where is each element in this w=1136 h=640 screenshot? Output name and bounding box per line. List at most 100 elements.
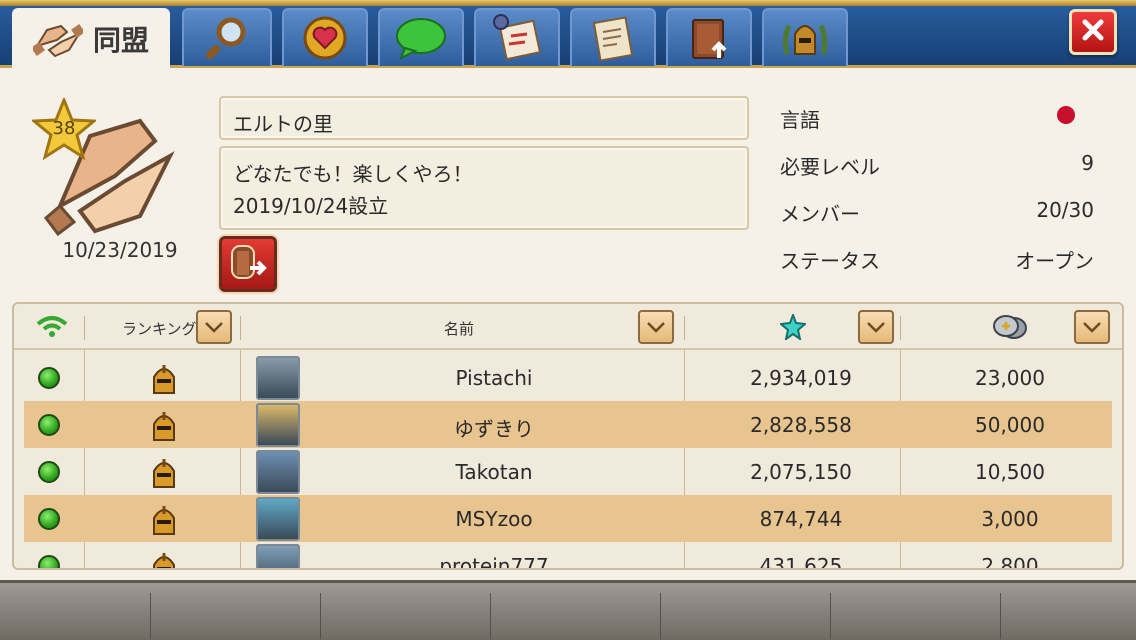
table-row[interactable]: Pistachi 2,934,019 23,000 (24, 354, 1112, 401)
member-power: 2,075,150 (750, 460, 852, 484)
member-donation: 2,800 (981, 554, 1039, 570)
close-icon (1082, 19, 1104, 45)
member-power: 2,828,558 (750, 413, 852, 437)
column-divider (84, 316, 85, 340)
column-divider (240, 316, 241, 340)
chat-bubble-icon (395, 16, 447, 60)
member-power: 431,625 (759, 554, 843, 570)
japan-flag-icon (1057, 106, 1075, 124)
member-table: ランキング 名前 Pistachi 2,934,019 23,000 ゆずきり … (12, 302, 1124, 570)
rank-column-header: ランキング (122, 320, 197, 338)
language-label: 言語 (780, 108, 820, 132)
founded-date: 10/23/2019 (62, 238, 178, 262)
letter-icon (589, 14, 637, 62)
member-name: Pistachi (455, 366, 533, 390)
alliance-name-box: エルトの里 (219, 96, 749, 140)
power-star-icon (778, 312, 808, 344)
tab-chat[interactable] (378, 8, 464, 66)
rank-helmet-icon (150, 551, 178, 568)
brick-seam (660, 593, 661, 639)
helmet-laurel-icon (779, 14, 831, 62)
status-label: ステータス (780, 249, 880, 273)
sort-name-button[interactable] (638, 310, 674, 344)
member-avatar[interactable] (256, 497, 300, 541)
online-status-icon (38, 555, 60, 568)
name-column-header: 名前 (444, 320, 475, 338)
member-power: 2,934,019 (750, 366, 852, 390)
brick-seam (1000, 593, 1001, 639)
table-row[interactable]: protein777 431,625 2,800 (24, 542, 1112, 570)
brick-seam (150, 593, 151, 639)
sort-rank-button[interactable] (196, 310, 232, 344)
book-upload-icon (685, 14, 733, 62)
chevron-down-icon (867, 322, 885, 333)
member-avatar[interactable] (256, 544, 300, 568)
exit-door-icon (228, 242, 268, 286)
member-power: 874,744 (759, 507, 843, 531)
members-label: メンバー (780, 202, 860, 226)
handshake-icon (32, 16, 83, 62)
brick-seam (830, 593, 831, 639)
member-donation: 50,000 (975, 413, 1045, 437)
tab-gifts[interactable] (282, 8, 368, 66)
online-status-icon (38, 508, 60, 530)
table-row[interactable]: ゆずきり 2,828,558 50,000 (24, 401, 1112, 448)
tab-log[interactable] (666, 8, 752, 66)
heart-medal-icon (301, 14, 349, 62)
description-line: どなたでも！楽しくやろ！ (233, 162, 473, 186)
status-value: オープン (1015, 249, 1094, 273)
table-row[interactable]: Takotan 2,075,150 10,500 (24, 448, 1112, 495)
required-level-label: 必要レベル (780, 155, 880, 179)
table-row[interactable]: MSYzoo 874,744 3,000 (24, 495, 1112, 542)
brick-seam (490, 593, 491, 639)
leave-alliance-button[interactable] (219, 236, 277, 292)
rank-helmet-icon (150, 504, 178, 540)
chevron-down-icon (647, 322, 665, 333)
member-donation: 23,000 (975, 366, 1045, 390)
alliance-emblem: 38 (30, 95, 180, 237)
stone-wall-footer (0, 580, 1136, 640)
tab-alliance[interactable]: 同盟 (12, 8, 170, 68)
sort-power-button[interactable] (858, 310, 894, 344)
column-divider (684, 316, 685, 340)
required-level-value: 9 (1081, 151, 1094, 175)
close-button[interactable] (1069, 9, 1117, 55)
online-signal-icon (36, 314, 68, 342)
member-name: Takotan (455, 460, 533, 484)
alliance-level: 38 (52, 118, 76, 139)
chevron-down-icon (205, 322, 223, 333)
brick-seam (320, 593, 321, 639)
member-avatar[interactable] (256, 403, 300, 447)
alliance-description[interactable]: どなたでも！楽しくやろ！ 2019/10/24設立 2019/11/15 レベル… (219, 146, 749, 230)
table-header: ランキング 名前 (14, 304, 1122, 350)
online-status-icon (38, 414, 60, 436)
scroll-map-icon (491, 14, 543, 62)
tab-alliance-label: 同盟 (92, 24, 149, 57)
rank-helmet-icon (150, 457, 178, 493)
tab-rankings[interactable] (762, 8, 848, 66)
sort-donation-button[interactable] (1074, 310, 1110, 344)
coins-icon (992, 314, 1028, 344)
rank-helmet-icon (150, 363, 178, 399)
level-star: 38 (30, 95, 98, 161)
rank-helmet-icon (150, 410, 178, 446)
member-name: protein777 (439, 554, 549, 570)
magnifier-icon (203, 14, 251, 62)
tab-mail[interactable] (570, 8, 656, 66)
tab-requests[interactable] (474, 8, 560, 66)
description-line: 2019/10/24設立 (233, 194, 389, 218)
online-status-icon (38, 461, 60, 483)
chevron-down-icon (1083, 322, 1101, 333)
member-avatar[interactable] (256, 356, 300, 400)
member-donation: 3,000 (981, 507, 1039, 531)
members-value: 20/30 (1036, 198, 1094, 222)
description-line: 2019/11/15 レベル20 (233, 222, 440, 228)
column-divider (900, 316, 901, 340)
tab-search[interactable] (182, 8, 272, 66)
alliance-name: エルトの里 (233, 112, 333, 136)
tab-bar: 同盟 (0, 0, 1136, 68)
member-donation: 10,500 (975, 460, 1045, 484)
member-avatar[interactable] (256, 450, 300, 494)
online-status-icon (38, 367, 60, 389)
member-name: ゆずきり (454, 417, 534, 441)
